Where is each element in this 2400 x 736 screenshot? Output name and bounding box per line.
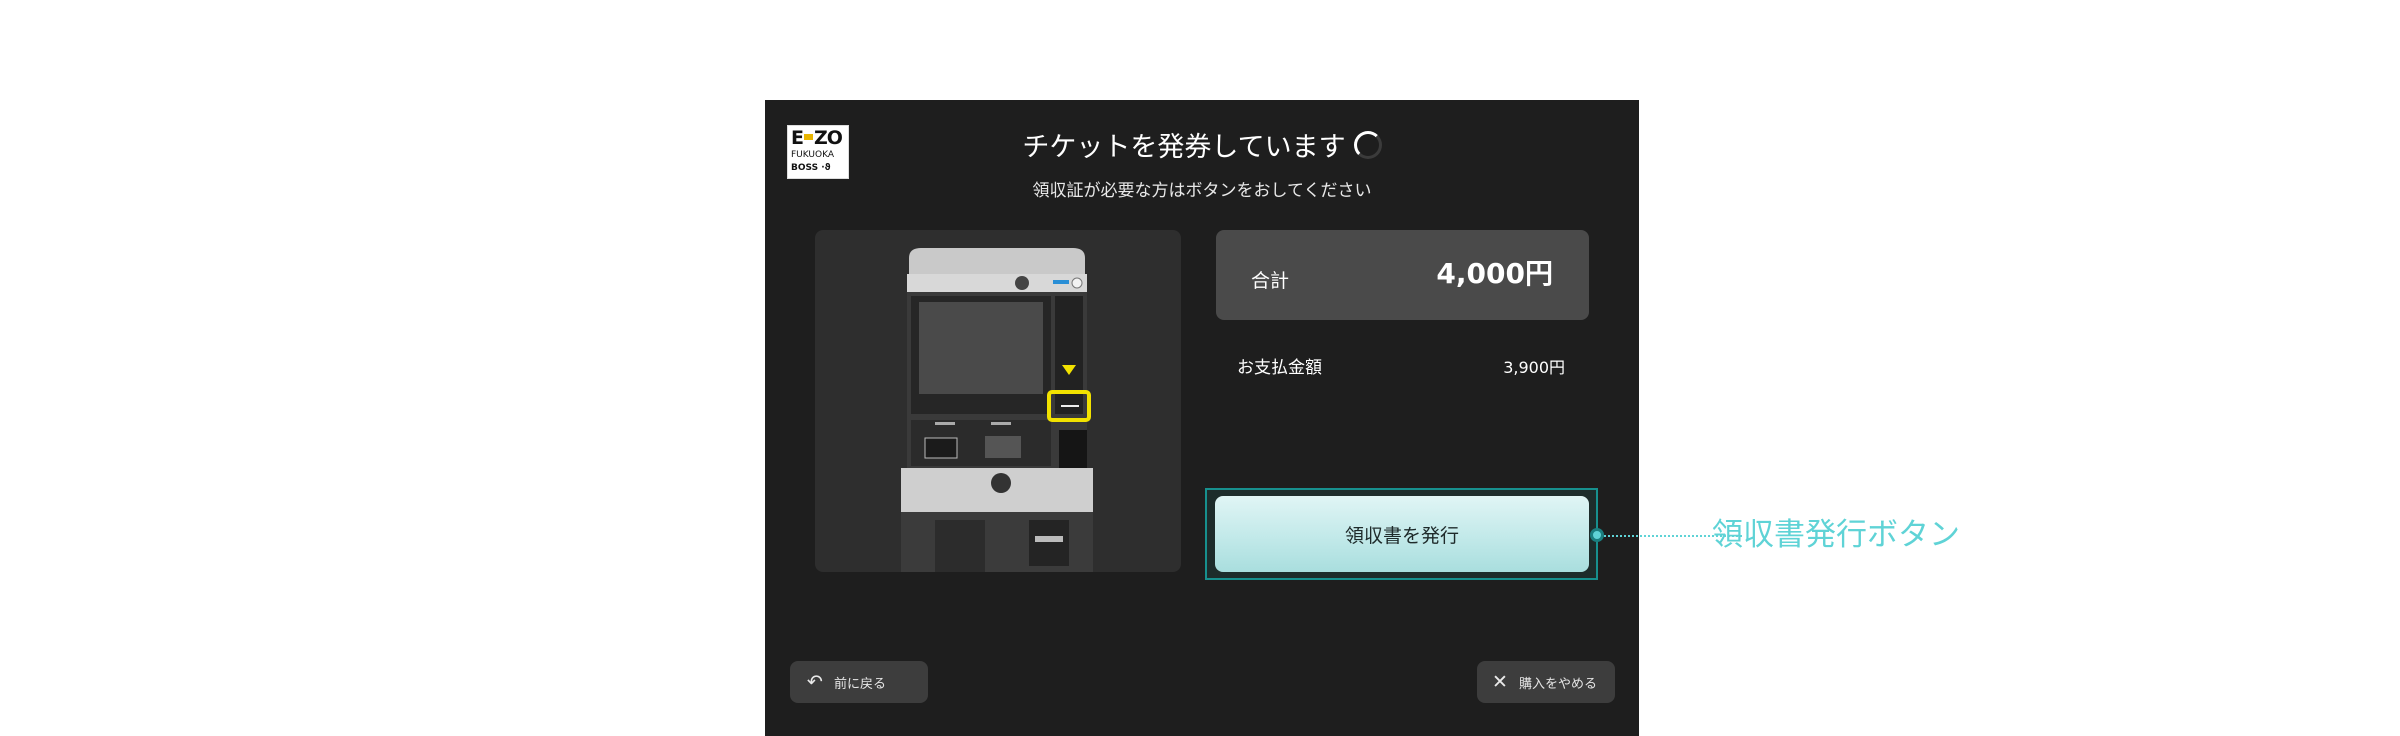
back-button[interactable]: ↶ 前に戻る bbox=[790, 661, 928, 703]
back-button-label: 前に戻る bbox=[834, 676, 887, 692]
page-subtitle: 領収証が必要な方はボタンをおしてください bbox=[1032, 181, 1372, 201]
total-panel: 合計 4,000円 bbox=[1216, 230, 1589, 320]
callout-dot bbox=[1590, 528, 1604, 542]
issue-receipt-button[interactable]: 領収書を発行 bbox=[1215, 496, 1589, 572]
close-icon: ✕ bbox=[1492, 671, 1508, 693]
total-label: 合計 bbox=[1251, 270, 1290, 292]
kiosk-screen: E ZO FUKUOKA BOSS ·ϑ チケットを発券しています 領収証が必要な… bbox=[765, 100, 1639, 736]
cancel-button-label: 購入をやめる bbox=[1519, 676, 1598, 692]
cancel-purchase-button[interactable]: ✕ 購入をやめる bbox=[1477, 661, 1615, 703]
undo-arrow-icon: ↶ bbox=[807, 671, 823, 693]
loading-spinner-icon bbox=[1353, 131, 1382, 159]
ticket-machine-image bbox=[901, 248, 1093, 572]
kiosk-machine-illustration bbox=[815, 230, 1181, 572]
total-value: 4,000円 bbox=[1436, 257, 1553, 290]
payment-amount-value: 3,900円 bbox=[1503, 358, 1565, 377]
page-title: チケットを発券しています bbox=[765, 130, 1639, 166]
callout-label: 領収書発行ボタン bbox=[1712, 517, 1960, 553]
payment-amount-label: お支払金額 bbox=[1237, 358, 1322, 378]
